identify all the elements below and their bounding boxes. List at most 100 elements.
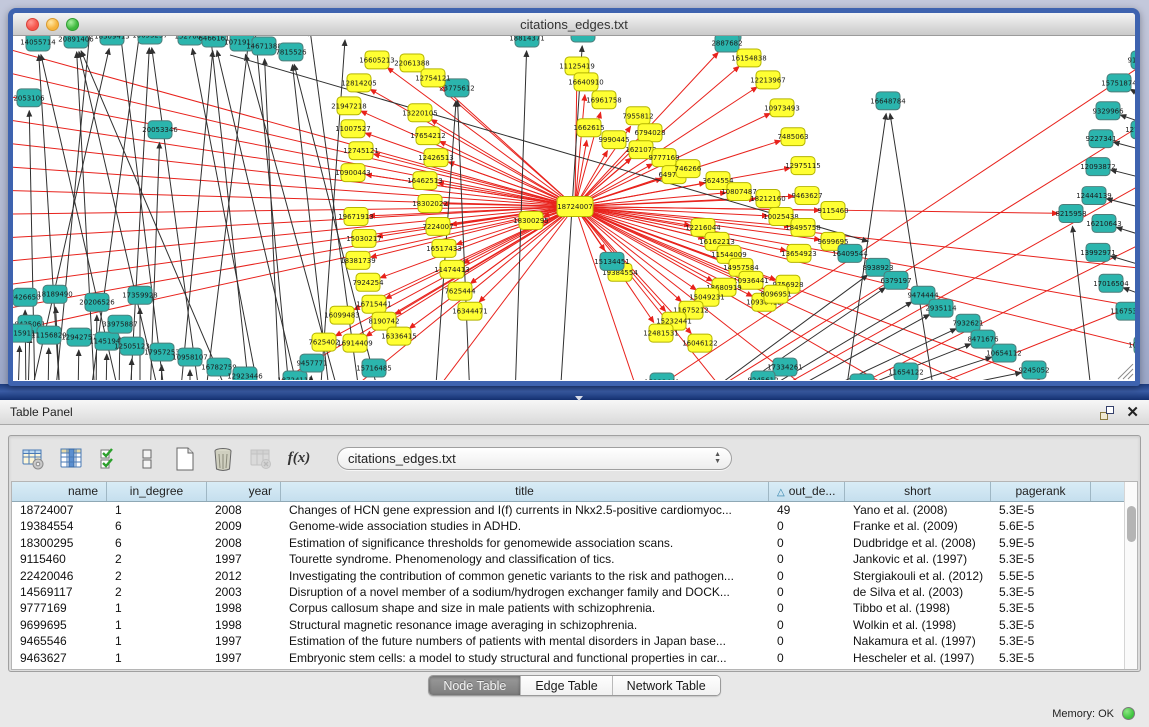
network-edge[interactable] xyxy=(806,329,956,380)
table-cell[interactable]: 0 xyxy=(769,518,845,534)
table-cell[interactable]: Jankovic et al. (1997) xyxy=(845,551,991,567)
network-edge[interactable] xyxy=(180,51,213,380)
network-node[interactable]: 10214316 xyxy=(1128,336,1135,354)
column-header-name[interactable]: name xyxy=(12,482,107,501)
network-node[interactable]: 11007527 xyxy=(335,120,371,138)
table-cell[interactable]: 1 xyxy=(107,617,207,633)
table-cell[interactable]: Structural magnetic resonance image aver… xyxy=(281,617,769,633)
network-node[interactable]: 20206526 xyxy=(79,293,115,311)
table-row[interactable]: 1456911722003Disruption of a novel membe… xyxy=(12,584,1124,600)
table-row[interactable]: 1830029562008Estimation of significance … xyxy=(12,535,1124,551)
network-edge[interactable] xyxy=(1114,142,1135,152)
network-node[interactable]: 18814371 xyxy=(509,36,545,47)
network-edge[interactable] xyxy=(28,337,30,380)
table-cell[interactable]: 18724007 xyxy=(12,502,107,518)
network-node[interactable]: 9457771 xyxy=(296,354,327,372)
network-node[interactable]: 10653257 xyxy=(132,36,168,44)
network-graph[interactable]: 1405571420891406183094131065325715276026… xyxy=(13,36,1135,380)
network-node[interactable]: 2935114 xyxy=(925,299,957,317)
network-node[interactable]: 12745121 xyxy=(343,142,379,160)
function-builder-icon[interactable]: f(x) xyxy=(285,445,313,473)
resize-grip-icon[interactable] xyxy=(1118,364,1133,379)
table-cell[interactable]: 1997 xyxy=(207,551,281,567)
table-row[interactable]: 1938455462009Genome-wide association stu… xyxy=(12,518,1124,534)
memory-status-indicator[interactable] xyxy=(1122,707,1135,720)
network-node[interactable]: 12734461 xyxy=(1125,121,1135,139)
network-node[interactable]: 8215958 xyxy=(1055,205,1086,223)
table-cell[interactable]: Dudbridge et al. (2008) xyxy=(845,535,991,551)
network-edge[interactable] xyxy=(13,90,575,207)
table-cell[interactable]: 9463627 xyxy=(12,650,107,666)
column-header-out-degree[interactable]: △out_de... xyxy=(769,482,845,501)
network-edge[interactable] xyxy=(13,165,575,207)
network-node[interactable]: 7932621 xyxy=(952,314,983,332)
table-row[interactable]: 1872400712008Changes of HCN gene express… xyxy=(12,502,1124,518)
network-node[interactable]: 10900443 xyxy=(335,164,371,182)
table-cell[interactable]: 5.3E-5 xyxy=(991,633,1091,649)
table-cell[interactable]: 2008 xyxy=(207,502,281,518)
table-cell[interactable]: 5.3E-5 xyxy=(991,584,1091,600)
network-node[interactable]: 7625444 xyxy=(444,282,476,300)
float-panel-icon[interactable] xyxy=(1100,406,1114,420)
network-node[interactable]: 12093872 xyxy=(1080,158,1116,176)
network-edge[interactable] xyxy=(210,36,250,380)
network-node[interactable]: 16605213 xyxy=(359,51,395,69)
network-edge[interactable] xyxy=(217,51,300,380)
table-cell[interactable]: 2012 xyxy=(207,568,281,584)
network-node[interactable]: 9777169 xyxy=(648,149,679,167)
table-cell[interactable]: 5.9E-5 xyxy=(991,535,1091,551)
network-node[interactable]: 9227341 xyxy=(1085,130,1116,148)
network-node[interactable]: 2426650 xyxy=(13,288,41,306)
network-edge[interactable] xyxy=(18,346,20,380)
network-node[interactable]: 18309413 xyxy=(94,36,130,45)
table-cell[interactable]: Hescheler et al. (1997) xyxy=(845,650,991,666)
table-cell[interactable]: 1 xyxy=(107,600,207,616)
table-cell[interactable]: 0 xyxy=(769,617,845,633)
tab-network-table[interactable]: Network Table xyxy=(613,676,720,695)
table-cell[interactable]: 5.6E-5 xyxy=(991,518,1091,534)
table-cell[interactable]: Stergiakouli et al. (2012) xyxy=(845,568,991,584)
table-cell[interactable]: 2003 xyxy=(207,584,281,600)
network-edge[interactable] xyxy=(890,114,935,380)
network-node[interactable]: 11654122 xyxy=(888,363,924,380)
network-node[interactable]: 8131304 xyxy=(567,36,599,42)
table-cell[interactable]: Estimation of the future numbers of pati… xyxy=(281,633,769,649)
column-header-in-degree[interactable]: in_degree xyxy=(107,482,207,501)
network-node[interactable]: 19671913 xyxy=(338,208,374,226)
table-row[interactable]: 969969511998Structural magnetic resonanc… xyxy=(12,617,1124,633)
network-node[interactable]: 7815526 xyxy=(275,43,306,61)
table-cell[interactable]: de Silva et al. (2003) xyxy=(845,584,991,600)
table-cell[interactable]: Tibbo et al. (1998) xyxy=(845,600,991,616)
table-cell[interactable]: Genome-wide association studies in ADHD. xyxy=(281,518,769,534)
table-cell[interactable]: 1997 xyxy=(207,633,281,649)
table-cell[interactable]: 6 xyxy=(107,518,207,534)
table-cell[interactable]: 5.3E-5 xyxy=(991,551,1091,567)
table-cell[interactable]: 0 xyxy=(769,600,845,616)
table-cell[interactable]: Yano et al. (2008) xyxy=(845,502,991,518)
network-node[interactable]: 15716485 xyxy=(356,359,392,377)
network-node[interactable]: 16961758 xyxy=(586,91,622,109)
table-cell[interactable]: 19384554 xyxy=(12,518,107,534)
tab-edge-table[interactable]: Edge Table xyxy=(521,676,612,695)
table-cell[interactable]: 2009 xyxy=(207,518,281,534)
network-edge[interactable] xyxy=(48,348,49,380)
network-edge[interactable] xyxy=(131,359,132,380)
delete-column-icon[interactable] xyxy=(209,445,237,473)
table-cell[interactable]: 2 xyxy=(107,568,207,584)
network-edge[interactable] xyxy=(245,54,340,380)
network-edge[interactable] xyxy=(13,207,575,265)
network-node[interactable]: 7224007 xyxy=(422,217,453,235)
table-selector-dropdown[interactable]: citations_edges.txt ▲▼ xyxy=(337,447,732,470)
network-node[interactable]: 8096951 xyxy=(760,285,791,303)
table-cell[interactable]: 0 xyxy=(769,551,845,567)
network-node[interactable]: 13654923 xyxy=(781,244,817,262)
table-settings-icon[interactable] xyxy=(19,445,47,473)
table-cell[interactable]: 49 xyxy=(769,502,845,518)
table-cell[interactable]: 1997 xyxy=(207,650,281,666)
network-node[interactable]: 12213967 xyxy=(750,71,786,89)
column-header-title[interactable]: title xyxy=(281,482,769,501)
network-edge[interactable] xyxy=(106,354,107,380)
table-cell[interactable]: 6 xyxy=(107,535,207,551)
network-node[interactable]: 12426513 xyxy=(418,149,454,167)
network-node[interactable]: 9245612 xyxy=(747,371,778,380)
